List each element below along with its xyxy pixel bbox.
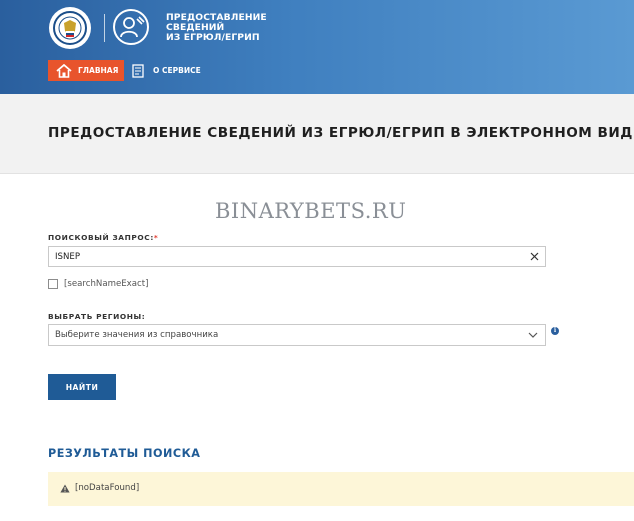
site-header: ПРЕДОСТАВЛЕНИЕ СВЕДЕНИЙ ИЗ ЕГРЮЛ/ЕГРИП Г… [0, 0, 634, 94]
find-button[interactable]: НАЙТИ [48, 374, 116, 400]
chevron-down-icon [528, 332, 538, 338]
query-label: ПОИСКОВЫЙ ЗАПРОС:* [48, 233, 158, 242]
main-nav: ГЛАВНАЯ О СЕРВИСЕ [0, 59, 634, 82]
nav-home-link[interactable]: ГЛАВНАЯ [48, 60, 124, 81]
required-mark: * [153, 233, 159, 242]
service-person-icon [113, 9, 149, 45]
header-divider [104, 14, 105, 42]
clear-icon[interactable] [529, 251, 540, 262]
home-icon [56, 63, 72, 78]
page-title: ПРЕДОСТАВЛЕНИЕ СВЕДЕНИЙ ИЗ ЕГРЮЛ/ЕГРИП В… [48, 125, 634, 141]
no-results-message: [noDataFound] [75, 483, 140, 493]
document-icon [132, 63, 144, 78]
emblem-icon [53, 11, 87, 45]
query-label-text: ПОИСКОВЫЙ ЗАПРОС: [48, 233, 154, 242]
warning-icon [60, 484, 70, 493]
region-select[interactable]: Выберите значения из справочника [48, 324, 546, 346]
service-title[interactable]: ПРЕДОСТАВЛЕНИЕ СВЕДЕНИЙ ИЗ ЕГРЮЛ/ЕГРИП [166, 13, 267, 43]
search-input[interactable] [55, 249, 525, 264]
fns-emblem-logo[interactable] [49, 7, 91, 49]
service-title-line: ИЗ ЕГРЮЛ/ЕГРИП [166, 32, 260, 43]
region-select-placeholder: Выберите значения из справочника [55, 330, 219, 340]
exact-match-label: [searchNameExact] [64, 279, 149, 289]
no-results-alert: [noDataFound] [48, 472, 634, 506]
watermark-text: BINARYBETS.RU [215, 199, 407, 223]
results-title: РЕЗУЛЬТАТЫ ПОИСКА [48, 447, 201, 460]
exact-match-checkbox[interactable] [48, 279, 58, 289]
nav-about-link[interactable]: О СЕРВИСЕ [132, 60, 201, 81]
exact-match-option[interactable]: [searchNameExact] [48, 279, 148, 289]
info-icon[interactable]: i [551, 327, 559, 335]
nav-about-label: О СЕРВИСЕ [153, 66, 201, 75]
region-label: ВЫБРАТЬ РЕГИОНЫ: [48, 312, 146, 321]
nav-home-label: ГЛАВНАЯ [78, 66, 119, 75]
search-field[interactable] [48, 246, 546, 267]
